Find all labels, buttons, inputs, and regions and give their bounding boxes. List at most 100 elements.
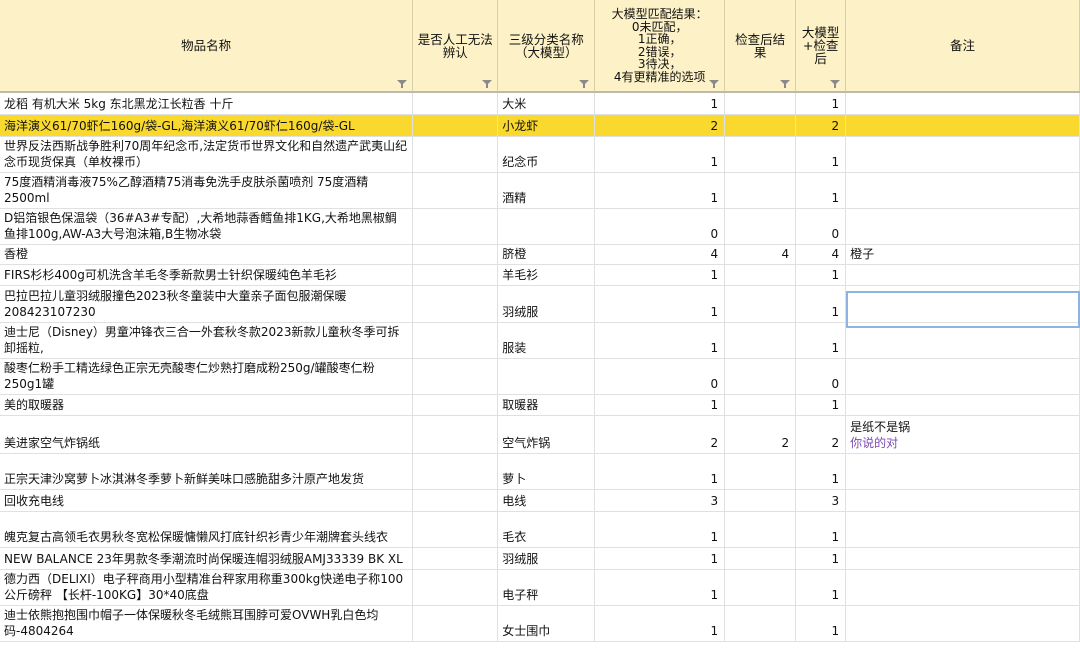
- cell-model-result[interactable]: 1: [594, 394, 726, 416]
- cell-model-result[interactable]: 1: [594, 547, 726, 570]
- cell-manual[interactable]: [412, 114, 499, 137]
- cell-item-name[interactable]: 巴拉巴拉儿童羽绒服撞色2023秋冬童装中大童亲子面包服潮保暖2084231072…: [0, 285, 414, 323]
- cell-combined-result[interactable]: 1: [795, 136, 847, 173]
- cell-model-result[interactable]: 4: [594, 244, 726, 265]
- header-model-plus-check[interactable]: 大模型+检查后: [795, 0, 847, 93]
- cell-note[interactable]: [845, 136, 1080, 173]
- cell-item-name[interactable]: 魄克复古高领毛衣男秋冬宽松保暖慵懒风打底针织衫青少年潮牌套头线衣: [0, 511, 414, 548]
- cell-manual[interactable]: [412, 489, 499, 512]
- header-manual-unrecognizable[interactable]: 是否人工无法辨认: [412, 0, 499, 93]
- cell-manual[interactable]: [412, 172, 499, 209]
- cell-checked-result[interactable]: [724, 264, 797, 286]
- cell-checked-result[interactable]: [724, 136, 797, 173]
- cell-combined-result[interactable]: 1: [795, 394, 847, 416]
- cell-model-result[interactable]: 1: [594, 322, 726, 359]
- cell-item-name[interactable]: FIRS杉杉400g可机洗含羊毛冬季新款男士针织保暖纯色羊毛衫: [0, 264, 414, 286]
- cell-checked-result[interactable]: [724, 453, 797, 490]
- cell-model-result[interactable]: 2: [594, 415, 726, 454]
- cell-note[interactable]: [845, 264, 1080, 286]
- cell-manual[interactable]: [412, 605, 499, 642]
- cell-combined-result[interactable]: 1: [795, 605, 847, 642]
- filter-icon[interactable]: [397, 80, 408, 88]
- cell-note[interactable]: [845, 453, 1080, 490]
- filter-icon[interactable]: [709, 80, 720, 88]
- cell-note[interactable]: 是纸不是锅 你说的对: [845, 415, 1080, 454]
- filter-icon[interactable]: [830, 80, 841, 88]
- cell-item-name[interactable]: 龙稻 有机大米 5kg 东北黑龙江长粒香 十斤: [0, 92, 414, 115]
- header-model-result[interactable]: 大模型匹配结果： 0未匹配， 1正确， 2错误， 3待决， 4有更精准的选项: [594, 0, 726, 93]
- cell-category[interactable]: [497, 208, 596, 245]
- cell-model-result[interactable]: 1: [594, 569, 726, 606]
- cell-combined-result[interactable]: 0: [795, 358, 847, 395]
- cell-checked-result[interactable]: [724, 547, 797, 570]
- cell-model-result[interactable]: 2: [594, 114, 726, 137]
- cell-category[interactable]: 羊毛衫: [497, 264, 596, 286]
- cell-item-name[interactable]: 迪士依熊抱抱围巾帽子一体保暖秋冬毛绒熊耳围脖可爱OVWH乳白色均码-480426…: [0, 605, 414, 642]
- filter-icon[interactable]: [780, 80, 791, 88]
- cell-category[interactable]: 小龙虾: [497, 114, 596, 137]
- cell-combined-result[interactable]: 4: [795, 244, 847, 265]
- cell-model-result[interactable]: 1: [594, 453, 726, 490]
- cell-note[interactable]: [845, 114, 1080, 137]
- header-notes[interactable]: 备注: [845, 0, 1080, 93]
- cell-item-name[interactable]: 香橙: [0, 244, 414, 265]
- cell-category[interactable]: 纪念币: [497, 136, 596, 173]
- cell-checked-result[interactable]: [724, 394, 797, 416]
- cell-combined-result[interactable]: 1: [795, 453, 847, 490]
- cell-item-name[interactable]: D铝箔银色保温袋（36#A3#专配）,大希地蒜香鳕鱼排1KG,大希地黑椒鲷鱼排1…: [0, 208, 414, 245]
- cell-combined-result[interactable]: 1: [795, 172, 847, 209]
- cell-model-result[interactable]: 1: [594, 605, 726, 642]
- cell-category[interactable]: 酒精: [497, 172, 596, 209]
- cell-item-name[interactable]: 德力西（DELIXI）电子秤商用小型精准台秤家用称重300kg快递电子称100公…: [0, 569, 414, 606]
- cell-item-name[interactable]: 美的取暖器: [0, 394, 414, 416]
- cell-checked-result[interactable]: [724, 172, 797, 209]
- cell-model-result[interactable]: 1: [594, 172, 726, 209]
- cell-category[interactable]: 空气炸锅: [497, 415, 596, 454]
- cell-combined-result[interactable]: 1: [795, 322, 847, 359]
- cell-manual[interactable]: [412, 547, 499, 570]
- cell-note[interactable]: [845, 394, 1080, 416]
- cell-checked-result[interactable]: [724, 569, 797, 606]
- cell-checked-result[interactable]: [724, 605, 797, 642]
- cell-note[interactable]: [845, 208, 1080, 245]
- cell-combined-result[interactable]: 3: [795, 489, 847, 512]
- cell-note[interactable]: 橙子: [845, 244, 1080, 265]
- cell-note[interactable]: [845, 358, 1080, 395]
- cell-category[interactable]: 大米: [497, 92, 596, 115]
- cell-manual[interactable]: [412, 285, 499, 323]
- cell-combined-result[interactable]: 2: [795, 415, 847, 454]
- cell-manual[interactable]: [412, 394, 499, 416]
- cell-item-name[interactable]: 海洋演义61/70虾仁160g/袋-GL,海洋演义61/70虾仁160g/袋-G…: [0, 114, 414, 137]
- cell-category[interactable]: 羽绒服: [497, 285, 596, 323]
- cell-category[interactable]: 服装: [497, 322, 596, 359]
- cell-checked-result[interactable]: [724, 285, 797, 323]
- cell-combined-result[interactable]: 2: [795, 114, 847, 137]
- cell-model-result[interactable]: 1: [594, 264, 726, 286]
- cell-item-name[interactable]: 世界反法西斯战争胜利70周年纪念币,法定货币世界文化和自然遗产武夷山纪念币现货保…: [0, 136, 414, 173]
- cell-manual[interactable]: [412, 415, 499, 454]
- header-item-name[interactable]: 物品名称: [0, 0, 414, 93]
- cell-combined-result[interactable]: 1: [795, 547, 847, 570]
- cell-manual[interactable]: [412, 322, 499, 359]
- cell-combined-result[interactable]: 1: [795, 92, 847, 115]
- cell-item-name[interactable]: 75度酒精消毒液75%乙醇酒精75消毒免洗手皮肤杀菌喷剂 75度酒精2500ml: [0, 172, 414, 209]
- cell-combined-result[interactable]: 1: [795, 511, 847, 548]
- cell-checked-result[interactable]: [724, 358, 797, 395]
- cell-model-result[interactable]: 1: [594, 136, 726, 173]
- cell-manual[interactable]: [412, 244, 499, 265]
- cell-checked-result[interactable]: 4: [724, 244, 797, 265]
- cell-manual[interactable]: [412, 208, 499, 245]
- filter-icon[interactable]: [579, 80, 590, 88]
- cell-item-name[interactable]: 正宗天津沙窝萝卜冰淇淋冬季萝卜新鲜美味口感脆甜多汁原产地发货: [0, 453, 414, 490]
- cell-manual[interactable]: [412, 358, 499, 395]
- cell-category[interactable]: 取暖器: [497, 394, 596, 416]
- cell-category[interactable]: 女士围巾: [497, 605, 596, 642]
- cell-note[interactable]: [845, 92, 1080, 115]
- cell-checked-result[interactable]: [724, 489, 797, 512]
- cell-model-result[interactable]: 0: [594, 358, 726, 395]
- cell-category[interactable]: 脐橙: [497, 244, 596, 265]
- cell-checked-result[interactable]: 2: [724, 415, 797, 454]
- cell-combined-result[interactable]: 1: [795, 264, 847, 286]
- cell-combined-result[interactable]: 1: [795, 285, 847, 323]
- cell-note[interactable]: [845, 489, 1080, 512]
